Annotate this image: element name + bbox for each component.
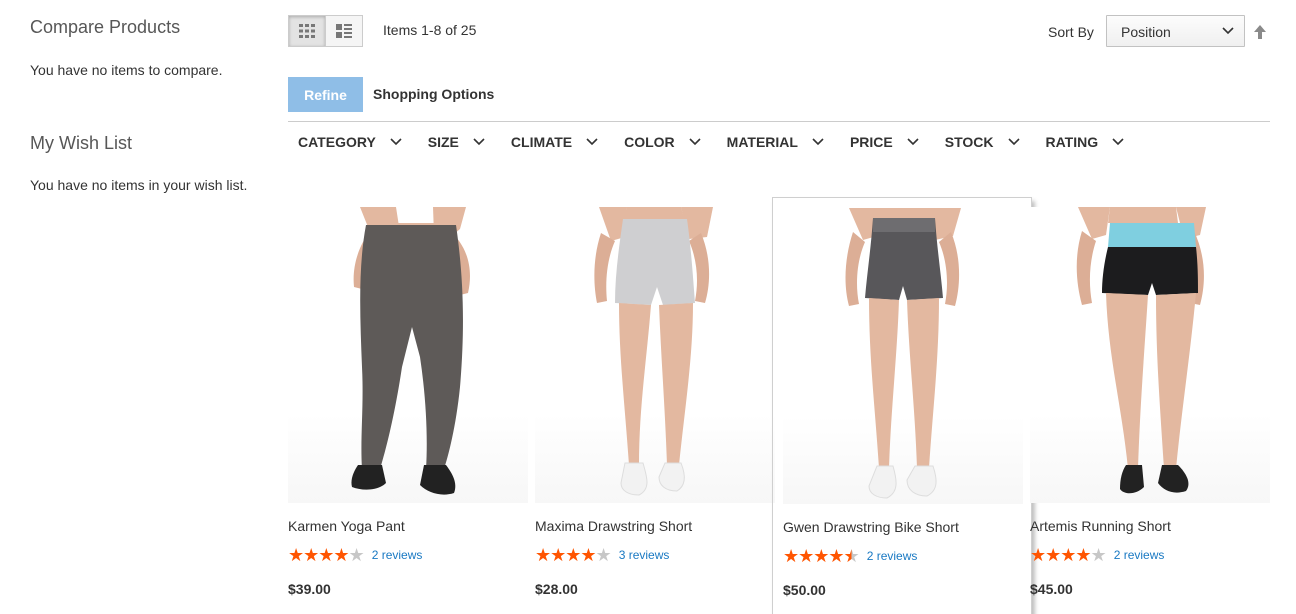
- filter-stock[interactable]: STOCK: [945, 134, 1020, 150]
- filter-material[interactable]: MATERIAL: [727, 134, 824, 150]
- filter-label: PRICE: [849, 134, 893, 150]
- chevron-down-icon: [689, 138, 701, 146]
- list-icon: [336, 24, 352, 38]
- arrow-up-icon: [1254, 25, 1266, 39]
- filter-rating[interactable]: RATING: [1046, 134, 1125, 150]
- reviews-link[interactable]: 3 reviews: [619, 548, 670, 562]
- reviews-link[interactable]: 2 reviews: [372, 548, 423, 562]
- grid-mode-button[interactable]: [288, 15, 326, 47]
- shopping-options-title: Shopping Options: [373, 86, 495, 102]
- rating-stars: ★★★★★: [288, 545, 365, 565]
- product-item: Artemis Running Short ★★★★★ 2 reviews $4…: [1030, 197, 1270, 614]
- product-price: $45.00: [1030, 581, 1073, 597]
- chevron-down-icon: [1112, 138, 1124, 146]
- view-mode-switcher: [288, 15, 363, 47]
- toolbar-amount: Items 1-8 of 25: [383, 22, 477, 38]
- product-image[interactable]: [288, 207, 528, 503]
- product-name[interactable]: Gwen Drawstring Bike Short: [783, 519, 959, 535]
- reviews-link[interactable]: 2 reviews: [1114, 548, 1165, 562]
- filter-label: STOCK: [944, 134, 994, 150]
- chevron-down-icon: [1007, 138, 1020, 146]
- product-item: Maxima Drawstring Short ★★★★★ 3 reviews …: [535, 197, 775, 614]
- filter-label: CATEGORY: [298, 134, 376, 150]
- grid-icon: [299, 24, 315, 38]
- product-price: $39.00: [288, 581, 331, 597]
- filter-label: SIZE: [427, 134, 459, 150]
- product-item: Karmen Yoga Pant ★★★★★ 2 reviews $39.00: [288, 197, 528, 614]
- product-rating: ★★★★★ 2 reviews: [1030, 546, 1164, 564]
- product-name[interactable]: Artemis Running Short: [1030, 518, 1171, 534]
- filter-climate[interactable]: CLIMATE: [511, 134, 598, 150]
- chevron-down-icon: [1222, 27, 1234, 35]
- sort-by-label: Sort By: [1048, 24, 1094, 40]
- reviews-link[interactable]: 2 reviews: [867, 549, 918, 563]
- rating-stars: ★★★★★: [1030, 545, 1107, 565]
- product-item: Gwen Drawstring Bike Short ★★★★★ 2 revie…: [772, 197, 1032, 614]
- chevron-down-icon: [390, 138, 402, 146]
- compare-products-title: Compare Products: [30, 17, 181, 37]
- sort-by-select[interactable]: Position: [1106, 15, 1245, 47]
- chevron-down-icon: [586, 138, 598, 146]
- filter-category[interactable]: CATEGORY: [298, 134, 402, 150]
- compare-empty-message: You have no items to compare.: [30, 62, 223, 78]
- product-price: $50.00: [783, 582, 826, 598]
- filter-size[interactable]: SIZE: [428, 134, 485, 150]
- product-image[interactable]: [535, 207, 775, 503]
- wishlist-empty-message: You have no items in your wish list.: [30, 177, 248, 193]
- rating-stars: ★★★★★: [535, 545, 612, 565]
- product-photo: [351, 207, 470, 495]
- product-image[interactable]: [783, 208, 1023, 504]
- filter-label: MATERIAL: [726, 134, 798, 150]
- product-rating: ★★★★★ 2 reviews: [288, 546, 422, 564]
- filter-label: COLOR: [624, 134, 675, 150]
- sort-by-value: Position: [1121, 24, 1171, 40]
- chevron-down-icon: [812, 138, 824, 146]
- product-name[interactable]: Karmen Yoga Pant: [288, 518, 405, 534]
- product-rating: ★★★★★ 2 reviews: [783, 547, 917, 565]
- product-photo: [1076, 207, 1206, 494]
- product-image[interactable]: [1030, 207, 1270, 503]
- product-name[interactable]: Maxima Drawstring Short: [535, 518, 692, 534]
- product-rating: ★★★★★ 3 reviews: [535, 546, 669, 564]
- product-price: $28.00: [535, 581, 578, 597]
- filter-color[interactable]: COLOR: [624, 134, 701, 150]
- product-photo: [594, 207, 713, 496]
- filter-divider: [288, 121, 1270, 122]
- filter-label: CLIMATE: [510, 134, 573, 150]
- filter-price[interactable]: PRICE: [850, 134, 919, 150]
- chevron-down-icon: [473, 138, 485, 146]
- chevron-down-icon: [907, 138, 919, 146]
- filter-label: RATING: [1045, 134, 1099, 150]
- sort-direction-button[interactable]: [1253, 24, 1267, 45]
- rating-stars: ★★★★★: [783, 546, 860, 566]
- wishlist-title: My Wish List: [30, 133, 133, 153]
- refine-button[interactable]: Refine: [288, 77, 363, 112]
- filter-options: CATEGORY SIZE CLIMATE COLOR MATERIAL PRI…: [298, 134, 1150, 150]
- product-photo: [845, 208, 961, 499]
- list-mode-button[interactable]: [325, 15, 363, 47]
